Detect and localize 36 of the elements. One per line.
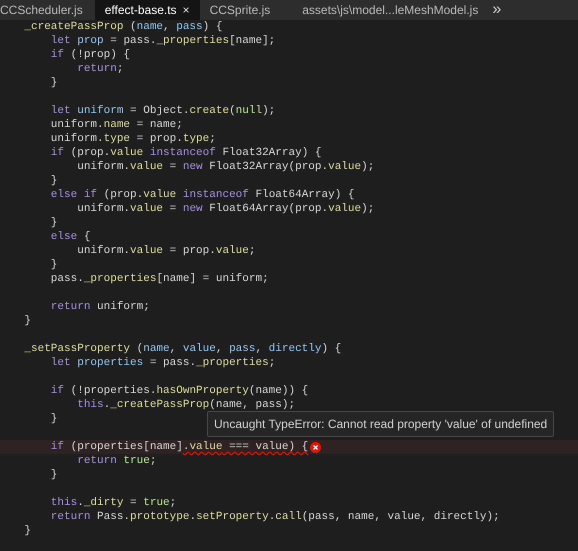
code-line: else if (prop.value instanceof Float64Array) { bbox=[50, 188, 355, 202]
code-line: this._createPassProp(name, pass); bbox=[76, 398, 296, 412]
code-line: } bbox=[50, 412, 58, 426]
code-line: } bbox=[50, 174, 58, 188]
code-line: uniform.name = name; bbox=[50, 118, 183, 132]
code-line: let prop = pass._properties[name]; bbox=[50, 34, 276, 48]
close-icon[interactable]: × bbox=[182, 4, 190, 16]
error-icon bbox=[310, 442, 322, 452]
more-tabs-button[interactable]: » bbox=[488, 0, 506, 20]
code-line: else { bbox=[50, 230, 90, 244]
code-line: _createPassProp (name, pass) { bbox=[23, 20, 222, 34]
code-line: if (prop.value instanceof Float32Array) { bbox=[50, 146, 322, 160]
code-line: uniform.value = prop.value; bbox=[76, 244, 256, 258]
code-line: uniform.value = new Float64Array(prop.value); bbox=[76, 202, 374, 216]
code-line: return uniform; bbox=[50, 300, 150, 314]
code-line: return Pass.prototype.setProperty.call(pass, name, value, directly); bbox=[50, 510, 500, 524]
code-line: let uniform = Object.create(null); bbox=[50, 104, 276, 118]
code-line: let properties = pass._properties; bbox=[50, 356, 276, 370]
code-line: uniform.value = new Float32Array(prop.value); bbox=[76, 160, 374, 174]
code-line: return true; bbox=[76, 454, 156, 468]
code-line: } bbox=[23, 314, 32, 328]
code-line: } bbox=[23, 524, 32, 538]
tab[interactable]: effect-base.ts × bbox=[94, 0, 200, 20]
code-line: } bbox=[50, 468, 58, 482]
code-line: } bbox=[50, 76, 58, 90]
code-line: pass._properties[name] = uniform; bbox=[50, 272, 269, 286]
code-line: uniform.type = prop.type; bbox=[50, 132, 216, 146]
code-line: if (properties[name].value === value) { bbox=[50, 440, 308, 454]
code-line: if (!prop) { bbox=[50, 48, 130, 62]
error-tooltip: Uncaught TypeError: Cannot read property 'value' of undefined bbox=[207, 411, 554, 437]
code-line: if (!properties.hasOwnProperty(name)) { bbox=[50, 384, 308, 398]
code-line: } bbox=[50, 258, 58, 272]
code-line: } bbox=[50, 216, 58, 230]
code-line: this._dirty = true; bbox=[50, 496, 176, 510]
code-line: _setPassProperty (name, value, pass, directly) { bbox=[23, 342, 342, 356]
code-line: return; bbox=[76, 62, 124, 76]
